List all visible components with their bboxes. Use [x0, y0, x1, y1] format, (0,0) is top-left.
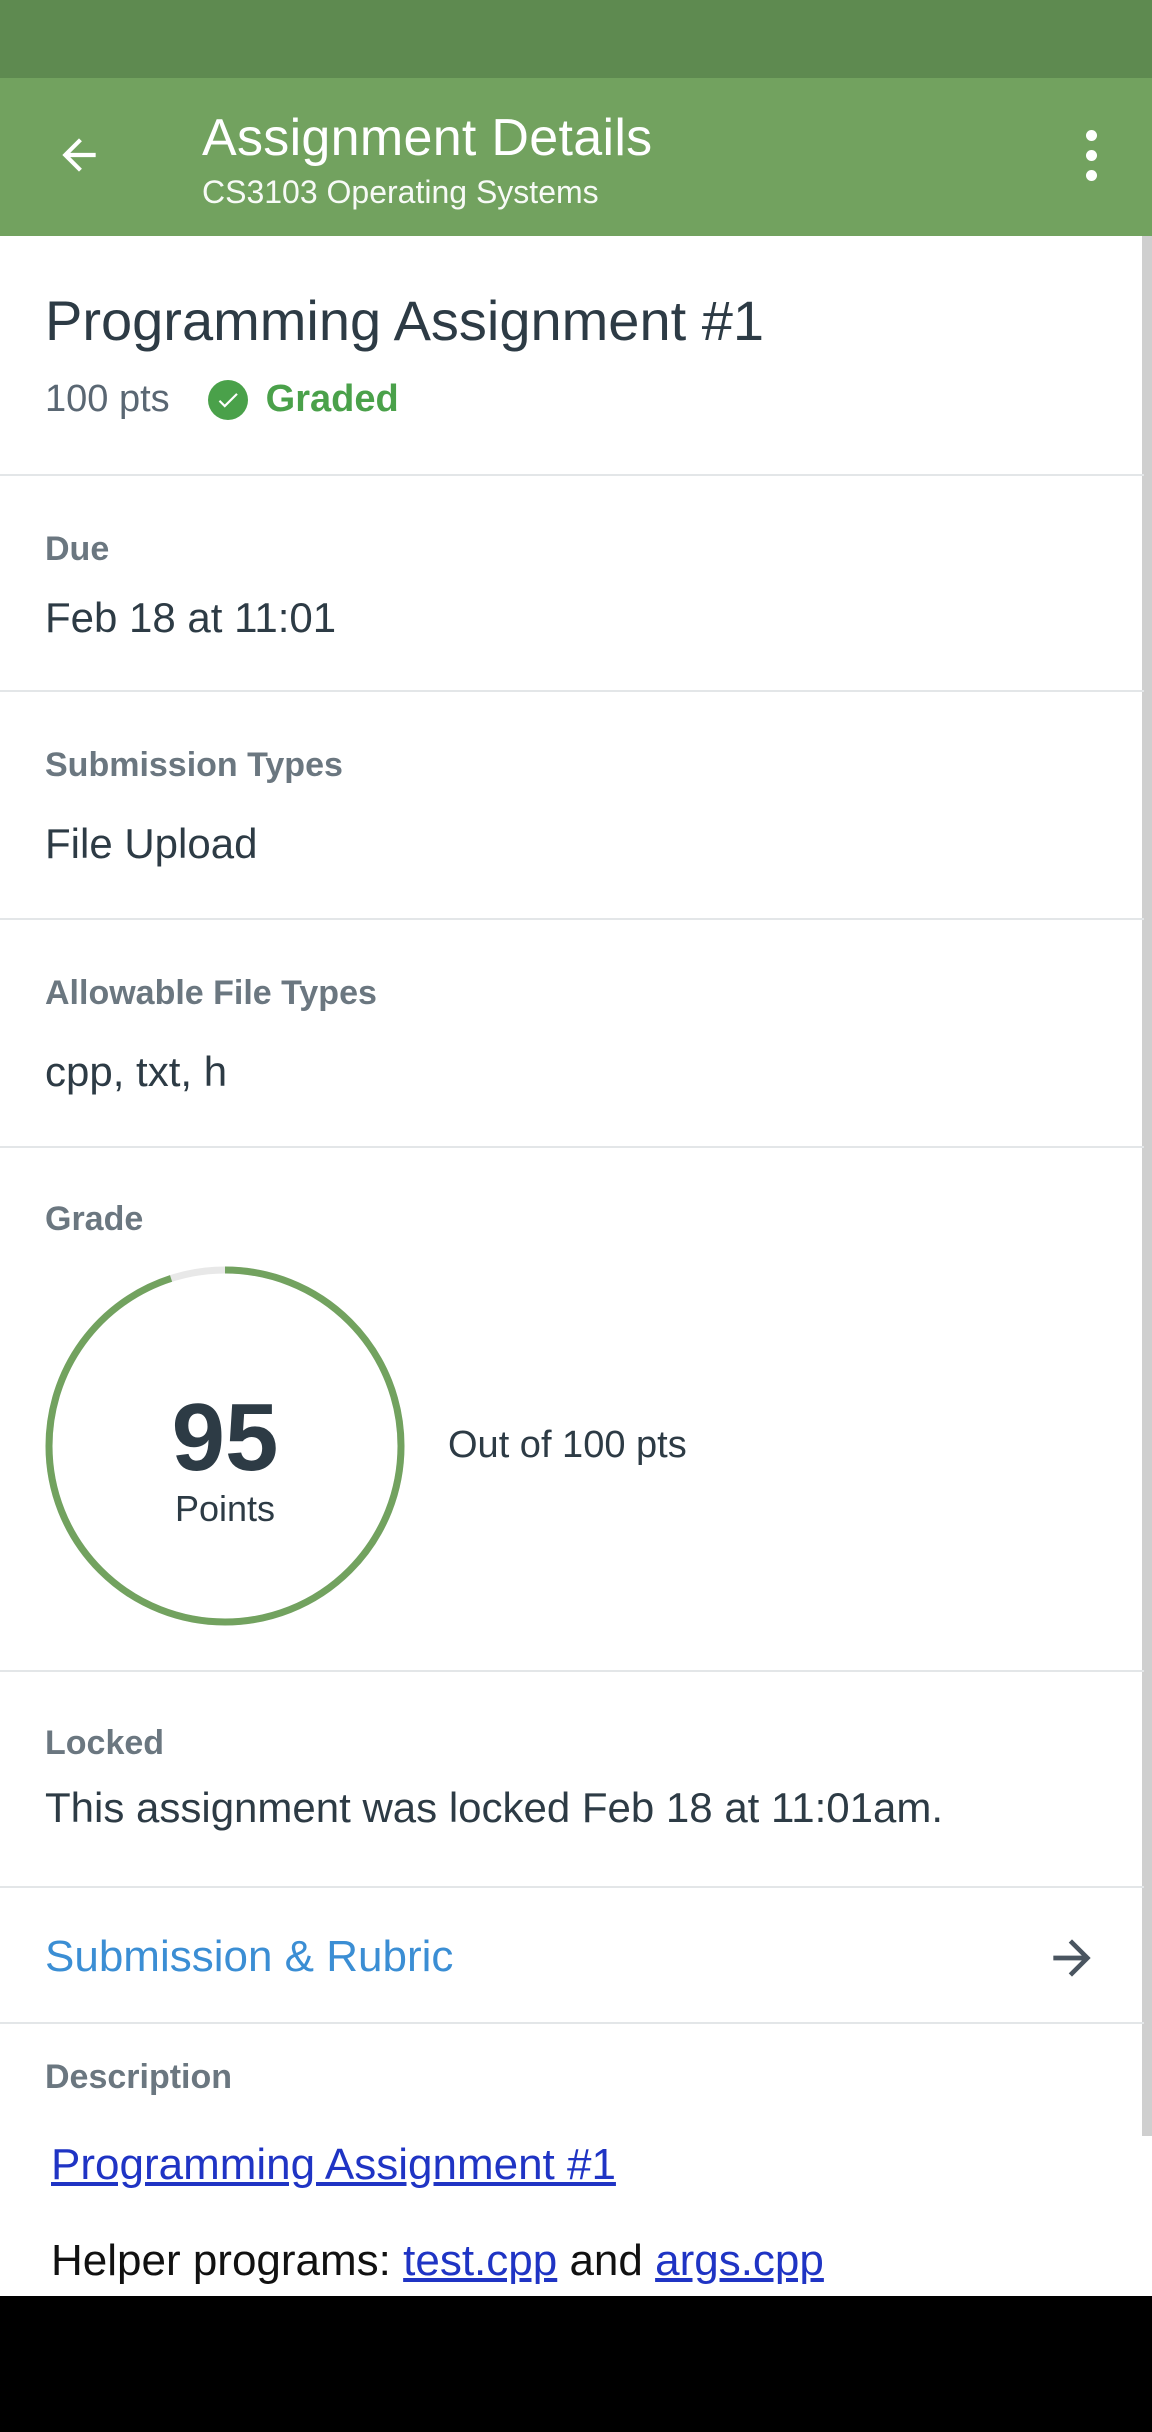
helper-programs-text: Helper programs: test.cpp and args.cpp [51, 2236, 824, 2286]
args-cpp-link[interactable]: args.cpp [655, 2236, 824, 2285]
grade-score: 95 [171, 1384, 279, 1491]
more-vertical-icon[interactable] [1068, 120, 1114, 190]
submission-types-label: Submission Types [45, 746, 343, 784]
due-section: Due Feb 18 at 11:01 [0, 476, 1144, 692]
status-label: Graded [265, 378, 399, 420]
course-name: CS3103 Operating Systems [202, 174, 599, 210]
app-bar: Assignment Details CS3103 Operating Syst… [0, 78, 1152, 236]
due-label: Due [45, 530, 110, 568]
helper-and: and [557, 2236, 656, 2285]
points-row: 100 pts Graded [45, 378, 399, 421]
test-cpp-link[interactable]: test.cpp [403, 2236, 557, 2285]
file-types-label: Allowable File Types [45, 974, 377, 1012]
helper-prefix: Helper programs: [51, 2236, 404, 2285]
description-label: Description [45, 2058, 233, 2096]
check-circle-icon [207, 379, 248, 420]
file-types-section: Allowable File Types cpp, txt, h [0, 920, 1144, 1148]
locked-section: Locked This assignment was locked Feb 18… [0, 1672, 1144, 1888]
submission-types-value: File Upload [45, 820, 258, 867]
arrow-left-icon [62, 138, 96, 172]
grade-unit: Points [174, 1488, 276, 1529]
submission-rubric-link[interactable]: Submission & Rubric [45, 1932, 453, 1982]
grade-label: Grade [45, 1200, 144, 1238]
locked-value: This assignment was locked Feb 18 at 11:… [45, 1784, 944, 1831]
assignment-details: Programming Assignment #1 100 pts Graded… [0, 236, 1144, 2304]
status-bar [0, 0, 1152, 78]
submission-types-section: Submission Types File Upload [0, 692, 1144, 920]
due-value: Feb 18 at 11:01 [45, 594, 337, 641]
points-possible: 100 pts [45, 378, 170, 420]
back-button[interactable] [44, 120, 114, 190]
submission-rubric-row[interactable]: Submission & Rubric [0, 1888, 1144, 2024]
arrow-right-icon [1053, 1939, 1091, 1977]
locked-label: Locked [45, 1724, 165, 1762]
grade-section: Grade 95 Points Out of 100 pts [0, 1148, 1144, 1672]
description-title-link[interactable]: Programming Assignment #1 [51, 2140, 616, 2190]
assignment-header: Programming Assignment #1 100 pts Graded [0, 236, 1144, 476]
system-nav-bar [0, 2296, 1152, 2432]
description-section: Description Programming Assignment #1 He… [0, 2024, 1144, 2304]
file-types-value: cpp, txt, h [45, 1048, 228, 1095]
status-badge: Graded [207, 378, 399, 421]
grade-out-of: Out of 100 pts [448, 1424, 687, 1466]
assignment-title: Programming Assignment #1 [45, 289, 765, 352]
page-title: Assignment Details [202, 109, 653, 167]
